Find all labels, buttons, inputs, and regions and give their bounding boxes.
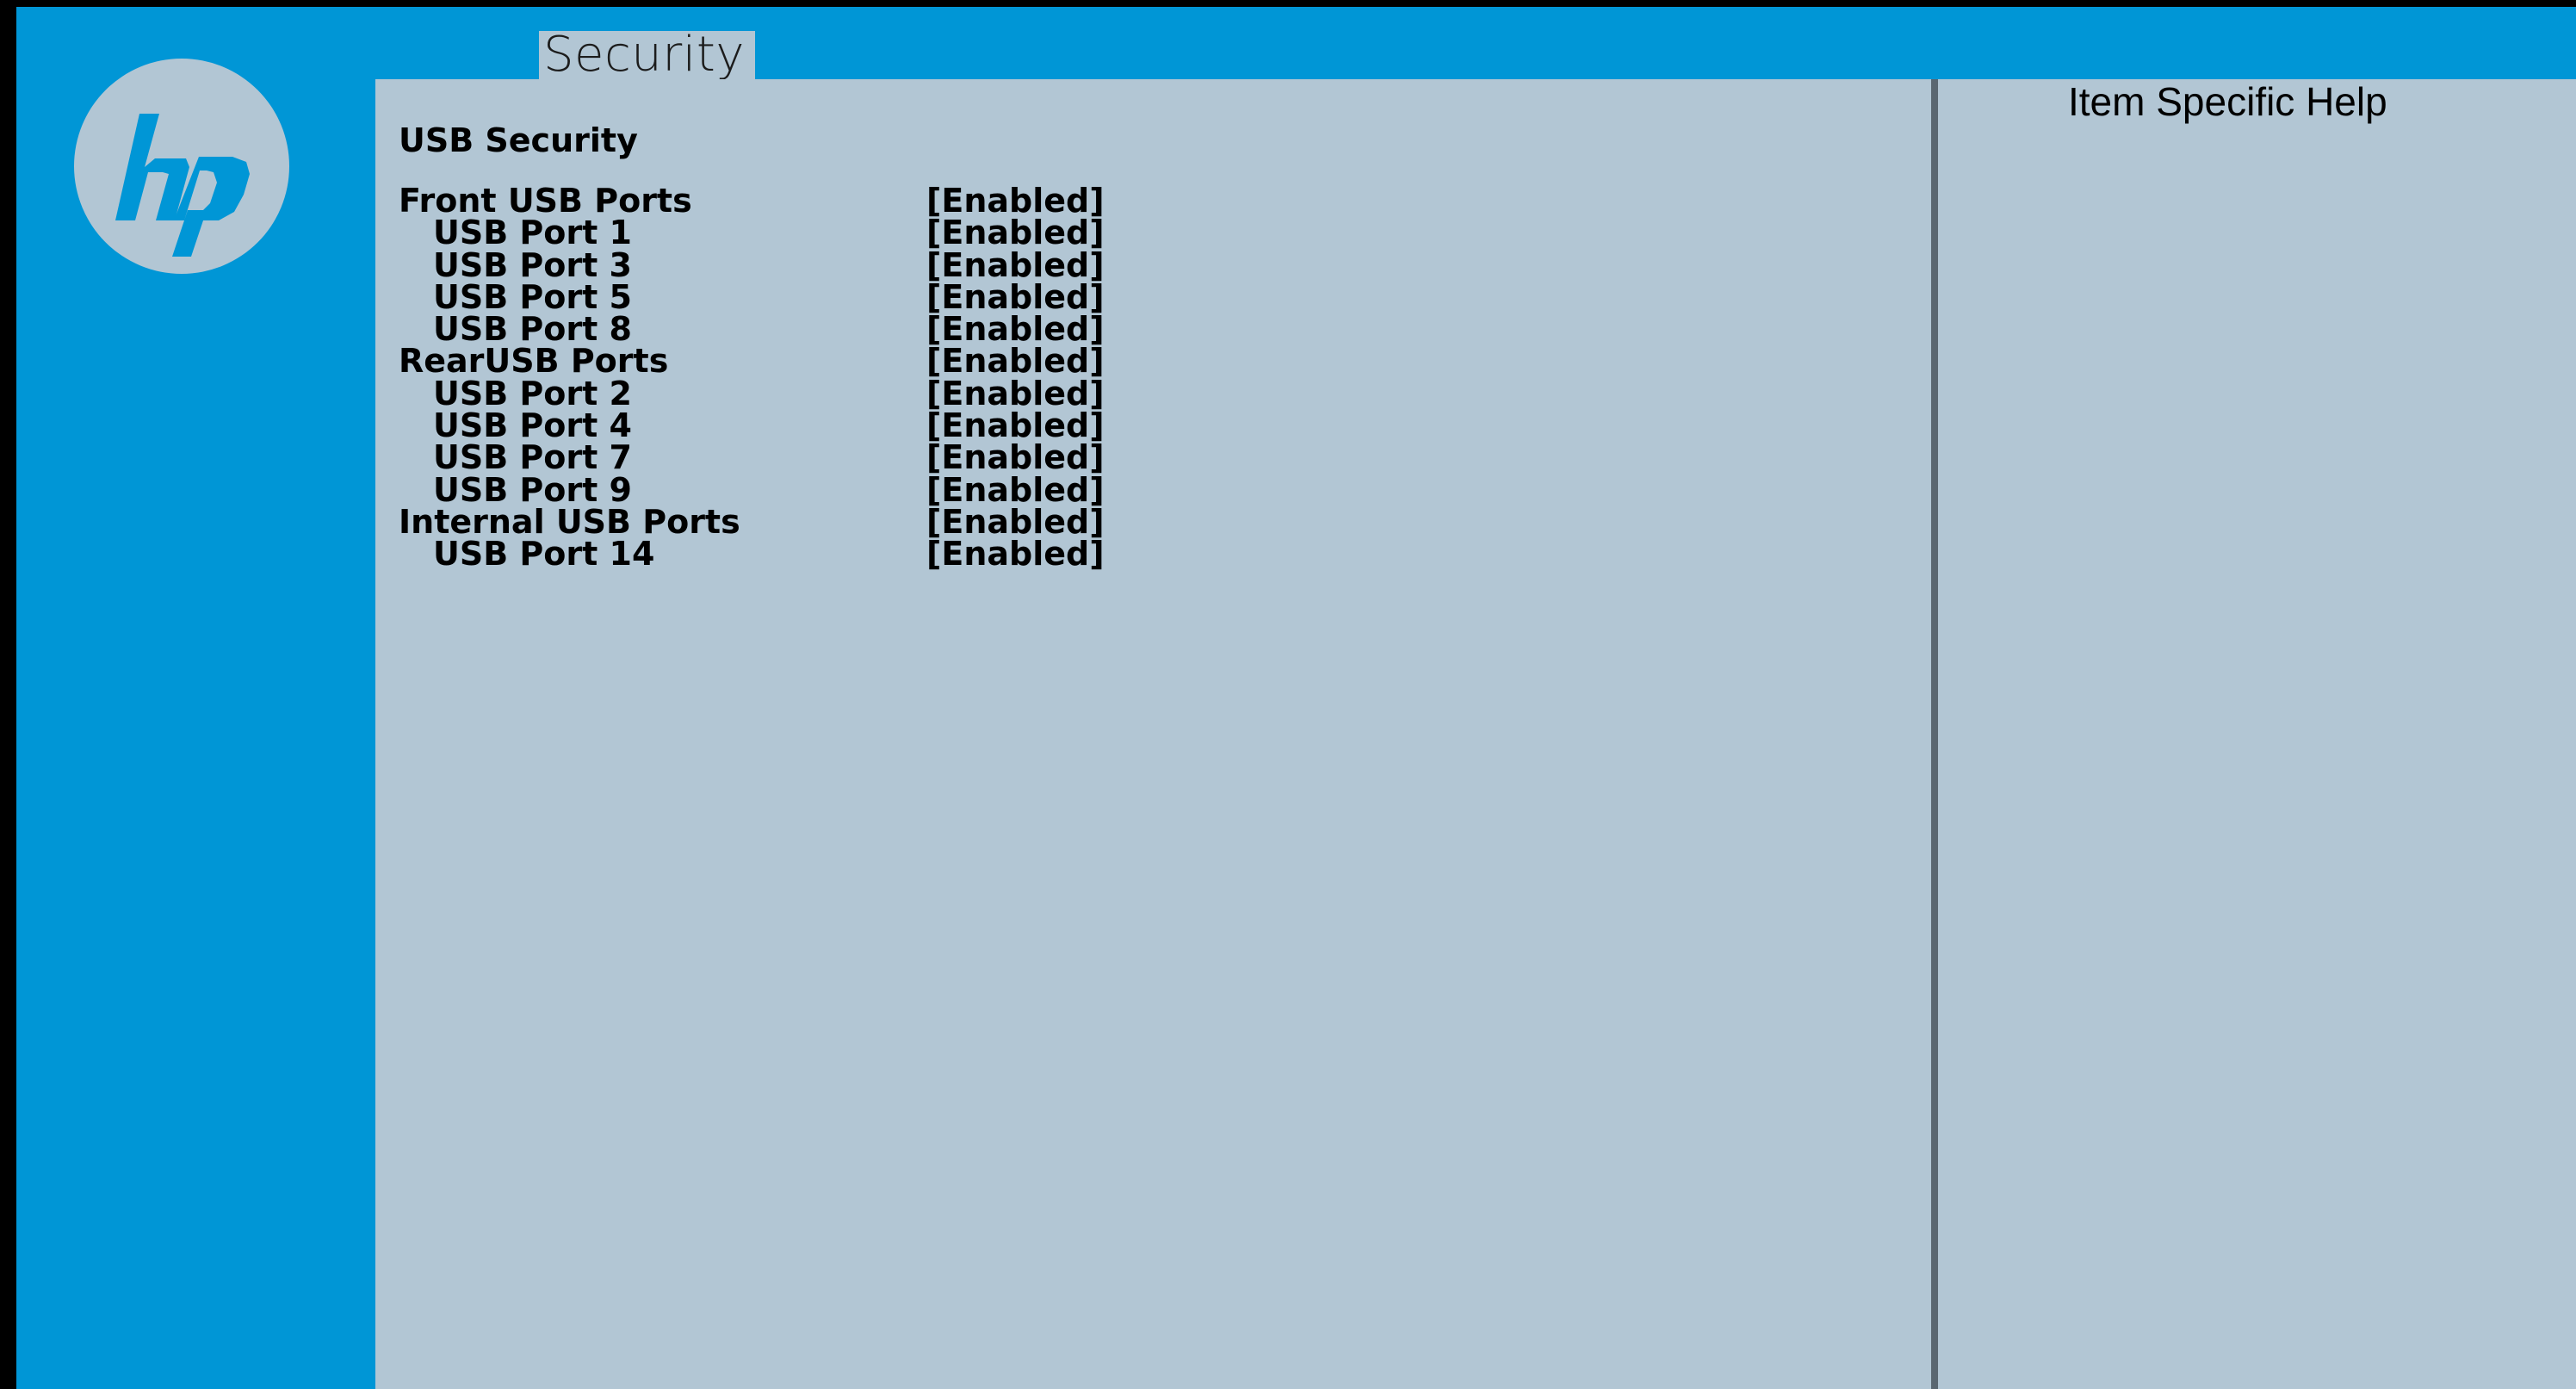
setting-row-usb-port-7[interactable]: USB Port 7 [Enabled]: [399, 438, 1260, 477]
setting-row-usb-port-3[interactable]: USB Port 3 [Enabled]: [399, 245, 1260, 284]
setting-row-front-usb-ports[interactable]: Front USB Ports [Enabled]: [399, 182, 1260, 220]
setting-label: USB Port 9: [433, 470, 632, 509]
hp-logo-icon: [74, 59, 289, 274]
setting-value[interactable]: [Enabled]: [926, 184, 1105, 217]
setting-value[interactable]: [Enabled]: [926, 249, 1105, 282]
setting-value[interactable]: [Enabled]: [926, 441, 1105, 474]
setting-value[interactable]: [Enabled]: [926, 216, 1105, 249]
setting-label: USB Port 5: [433, 277, 632, 316]
setting-value[interactable]: [Enabled]: [926, 505, 1105, 538]
setting-value[interactable]: [Enabled]: [926, 281, 1105, 313]
settings-list: Front USB Ports [Enabled] USB Port 1 [En…: [399, 182, 1260, 574]
help-panel-title: Item Specific Help: [2068, 79, 2387, 124]
setting-label: USB Port 2: [433, 374, 632, 412]
setting-label: Front USB Ports: [399, 182, 692, 220]
setting-label: USB Port 3: [433, 245, 632, 284]
tab-security[interactable]: Security: [539, 31, 755, 79]
setting-row-internal-usb-ports[interactable]: Internal USB Ports [Enabled]: [399, 502, 1260, 541]
setting-row-usb-port-1[interactable]: USB Port 1 [Enabled]: [399, 214, 1260, 252]
setting-value[interactable]: [Enabled]: [926, 313, 1105, 345]
setting-label: USB Port 14: [433, 535, 655, 574]
setting-value[interactable]: [Enabled]: [926, 377, 1105, 410]
setting-row-usb-port-8[interactable]: USB Port 8 [Enabled]: [399, 313, 1260, 345]
setting-label: USB Port 8: [433, 310, 632, 349]
setting-value[interactable]: [Enabled]: [926, 537, 1105, 570]
setting-row-usb-port-4[interactable]: USB Port 4 [Enabled]: [399, 406, 1260, 445]
setting-value[interactable]: [Enabled]: [926, 474, 1105, 506]
setting-label: Internal USB Ports: [399, 502, 740, 541]
setting-row-usb-port-14[interactable]: USB Port 14 [Enabled]: [399, 535, 1260, 574]
setting-value[interactable]: [Enabled]: [926, 344, 1105, 377]
content-panel: USB Security Front USB Ports [Enabled] U…: [375, 79, 2576, 1389]
panel-divider: [1931, 79, 1938, 1389]
setting-label: USB Port 1: [433, 214, 632, 252]
section-title: USB Security: [399, 121, 638, 159]
setting-label: USB Port 7: [433, 438, 632, 477]
setting-label: USB Port 4: [433, 406, 632, 445]
setting-value[interactable]: [Enabled]: [926, 409, 1105, 442]
bios-screen: Security USB Security Front USB Ports [E…: [0, 0, 2576, 1389]
setting-row-usb-port-5[interactable]: USB Port 5 [Enabled]: [399, 277, 1260, 316]
setting-row-usb-port-2[interactable]: USB Port 2 [Enabled]: [399, 374, 1260, 412]
setting-row-usb-port-9[interactable]: USB Port 9 [Enabled]: [399, 474, 1260, 506]
setting-row-rear-usb-ports[interactable]: RearUSB Ports [Enabled]: [399, 342, 1260, 381]
setting-label: RearUSB Ports: [399, 342, 669, 381]
